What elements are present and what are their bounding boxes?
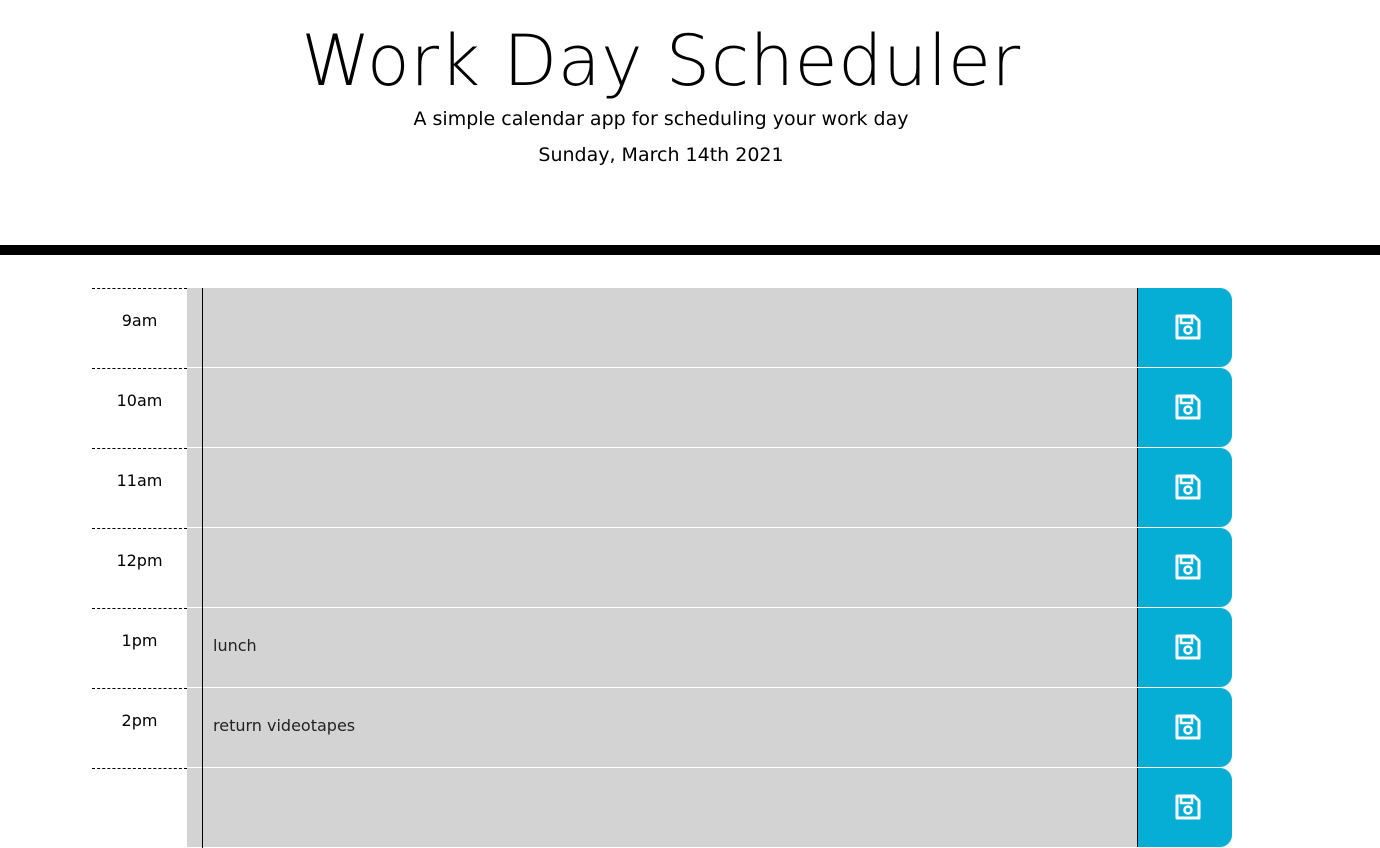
textarea-border	[202, 368, 203, 448]
textarea-border	[202, 528, 203, 608]
description-text: return videotapes	[213, 716, 356, 735]
save-button[interactable]	[1137, 368, 1232, 447]
save-icon	[1175, 714, 1201, 740]
hour-label: 1pm	[92, 608, 187, 688]
time-block-row: 9am	[92, 288, 1232, 368]
save-button[interactable]	[1137, 768, 1232, 847]
time-block-row: 11am	[92, 448, 1232, 528]
time-block-row: 12pm	[92, 528, 1232, 608]
save-icon	[1175, 634, 1201, 660]
description-textarea[interactable]	[187, 528, 1137, 608]
time-block-row	[92, 768, 1232, 848]
description-textarea[interactable]	[187, 448, 1137, 528]
save-button[interactable]	[1137, 528, 1232, 607]
save-button[interactable]	[1137, 608, 1232, 687]
save-icon	[1175, 394, 1201, 420]
header-divider	[0, 245, 1380, 255]
hour-label: 12pm	[92, 528, 187, 608]
hour-label	[92, 768, 187, 848]
description-textarea[interactable]	[187, 288, 1137, 368]
hour-label: 2pm	[92, 688, 187, 768]
description-textarea[interactable]: return videotapes	[187, 688, 1137, 768]
save-icon	[1175, 474, 1201, 500]
time-block-row: 2pm return videotapes	[92, 688, 1232, 768]
description-textarea[interactable]	[187, 768, 1137, 848]
textarea-border	[202, 688, 203, 768]
save-icon	[1175, 794, 1201, 820]
hour-label: 9am	[92, 288, 187, 368]
header: Work Day Scheduler A simple calendar app…	[0, 0, 1380, 245]
hour-label: 10am	[92, 368, 187, 448]
save-icon	[1175, 314, 1201, 340]
save-button[interactable]	[1137, 448, 1232, 527]
textarea-border	[202, 448, 203, 528]
save-icon	[1175, 554, 1201, 580]
time-block-row: 10am	[92, 368, 1232, 448]
current-date: Sunday, March 14th 2021	[538, 144, 784, 166]
save-button[interactable]	[1137, 688, 1232, 767]
description-textarea[interactable]	[187, 368, 1137, 448]
save-button[interactable]	[1137, 288, 1232, 367]
time-block-row: 1pm lunch	[92, 608, 1232, 688]
description-textarea[interactable]: lunch	[187, 608, 1137, 688]
page-title: Work Day Scheduler	[301, 20, 1021, 102]
description-text: lunch	[213, 636, 257, 655]
textarea-border	[202, 608, 203, 688]
textarea-border	[202, 288, 203, 368]
time-block-list: 9am 10am 11am 12pm 1pm lunch 2pm return …	[92, 288, 1232, 848]
hour-label: 11am	[92, 448, 187, 528]
textarea-border	[202, 768, 203, 848]
page-subtitle: A simple calendar app for scheduling you…	[413, 108, 909, 130]
